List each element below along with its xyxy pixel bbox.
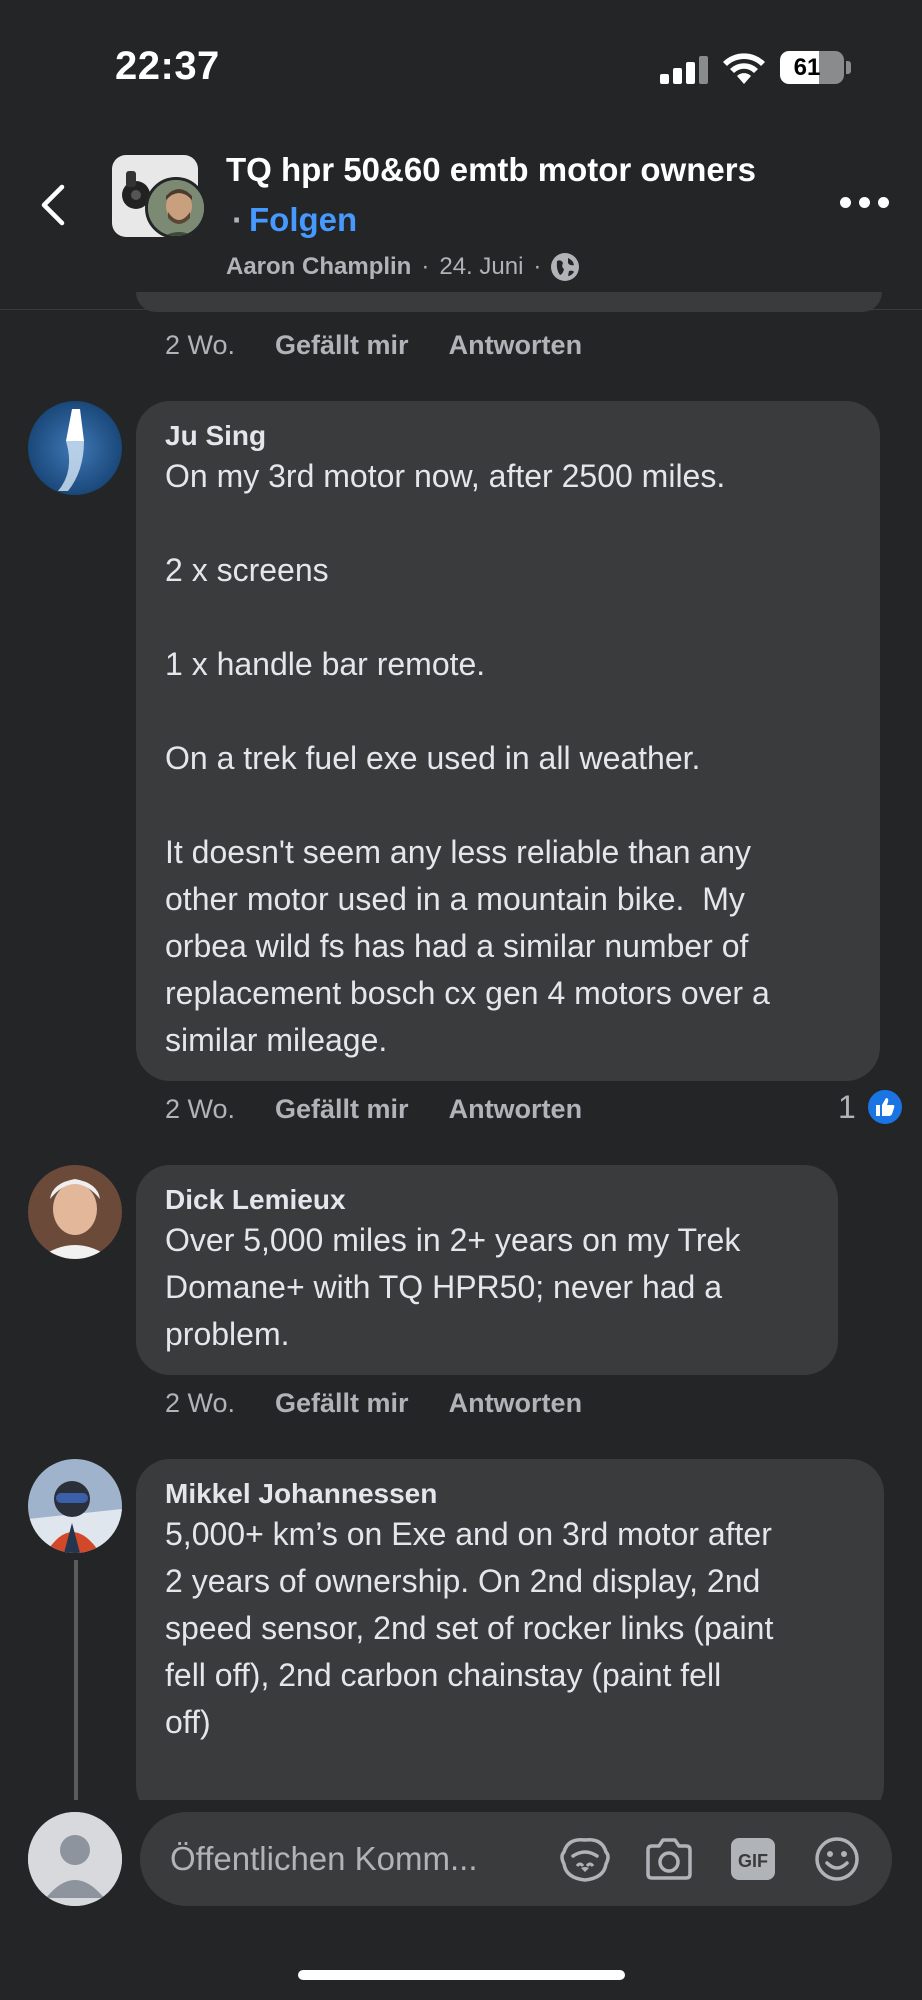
- like-button[interactable]: Gefällt mir: [275, 330, 409, 361]
- avatar-sticker-icon[interactable]: [558, 1834, 612, 1884]
- meta-separator: ·: [421, 253, 430, 280]
- svg-text:GIF: GIF: [738, 1851, 768, 1871]
- emoji-icon[interactable]: [810, 1834, 864, 1884]
- comment-actions: 2 Wo. Gefällt mir Antworten: [165, 1094, 582, 1125]
- previous-comment-bubble: [136, 292, 882, 312]
- my-avatar: [28, 1812, 122, 1906]
- commenter-name[interactable]: Mikkel Johannessen: [165, 1477, 854, 1511]
- like-button[interactable]: Gefällt mir: [275, 1388, 409, 1419]
- skier-photo-icon: [28, 1459, 122, 1553]
- boat-photo-icon: [28, 401, 122, 495]
- thumbs-up-icon: [865, 1088, 904, 1126]
- group-title[interactable]: TQ hpr 50&60 emtb motor owners: [226, 151, 756, 189]
- home-indicator: [298, 1970, 625, 1980]
- comment-text: 5,000+ km’s on Exe and on 3rd motor afte…: [165, 1516, 774, 1740]
- comment-placeholder: Öffentlichen Komm...: [170, 1840, 478, 1877]
- comment-text: On my 3rd motor now, after 2500 miles. 2…: [165, 458, 770, 1058]
- commenter-avatar[interactable]: [28, 401, 122, 495]
- reaction-summary[interactable]: 1: [838, 1088, 904, 1126]
- comment-time[interactable]: 2 Wo.: [165, 1094, 235, 1125]
- cellular-signal-icon: [660, 56, 710, 84]
- globe-icon: [551, 253, 580, 281]
- person-photo-icon: [28, 1165, 122, 1259]
- reply-thread-line: [74, 1560, 78, 1800]
- comment-time[interactable]: 2 Wo.: [165, 330, 235, 361]
- like-button[interactable]: Gefällt mir: [275, 1094, 409, 1125]
- comment-input[interactable]: Öffentlichen Komm... GIF: [140, 1812, 892, 1906]
- commenter-avatar[interactable]: [28, 1165, 122, 1259]
- battery-nub: [846, 61, 851, 74]
- author-avatar[interactable]: [145, 177, 207, 239]
- follow-button[interactable]: Folgen: [249, 201, 357, 238]
- default-user-icon: [28, 1812, 122, 1906]
- reply-button[interactable]: Antworten: [449, 1094, 582, 1125]
- commenter-name[interactable]: Ju Sing: [165, 419, 850, 453]
- gif-icon[interactable]: GIF: [726, 1834, 780, 1884]
- commenter-name[interactable]: Dick Lemieux: [165, 1183, 808, 1217]
- follow-separator: ·: [232, 201, 243, 238]
- battery-icon: 61: [780, 51, 844, 84]
- reply-button[interactable]: Antworten: [449, 330, 582, 361]
- post-header: TQ hpr 50&60 emtb motor owners · Folgen A…: [0, 135, 922, 310]
- reaction-count: 1: [838, 1088, 856, 1125]
- more-horizontal-icon[interactable]: [840, 193, 890, 213]
- post-meta: Aaron Champlin · 24. Juni ·: [226, 253, 580, 281]
- camera-icon[interactable]: [642, 1834, 696, 1884]
- status-time: 22:37: [115, 44, 220, 88]
- comment-actions: 2 Wo. Gefällt mir Antworten: [165, 1388, 582, 1419]
- meta-separator: ·: [533, 253, 542, 280]
- chevron-left-icon[interactable]: [30, 175, 80, 235]
- comment-time[interactable]: 2 Wo.: [165, 1388, 235, 1419]
- reply-button[interactable]: Antworten: [449, 1388, 582, 1419]
- battery-percent: 61: [793, 54, 821, 81]
- comment-bubble: Dick Lemieux Over 5,000 miles in 2+ year…: [136, 1165, 838, 1375]
- comment-bubble: Mikkel Johannessen 5,000+ km’s on Exe an…: [136, 1459, 884, 1819]
- person-photo-icon: [148, 180, 204, 236]
- comment-actions: 2 Wo. Gefällt mir Antworten: [165, 330, 582, 361]
- commenter-avatar[interactable]: [28, 1459, 122, 1553]
- author-name[interactable]: Aaron Champlin: [226, 253, 411, 281]
- comment-bubble: Ju Sing On my 3rd motor now, after 2500 …: [136, 401, 880, 1081]
- post-date[interactable]: 24. Juni: [439, 253, 523, 281]
- follow-row: · Folgen: [232, 201, 357, 239]
- status-bar: 22:37 61: [0, 0, 922, 135]
- wifi-icon: [723, 53, 765, 84]
- comment-text: Over 5,000 miles in 2+ years on my Trek …: [165, 1222, 741, 1352]
